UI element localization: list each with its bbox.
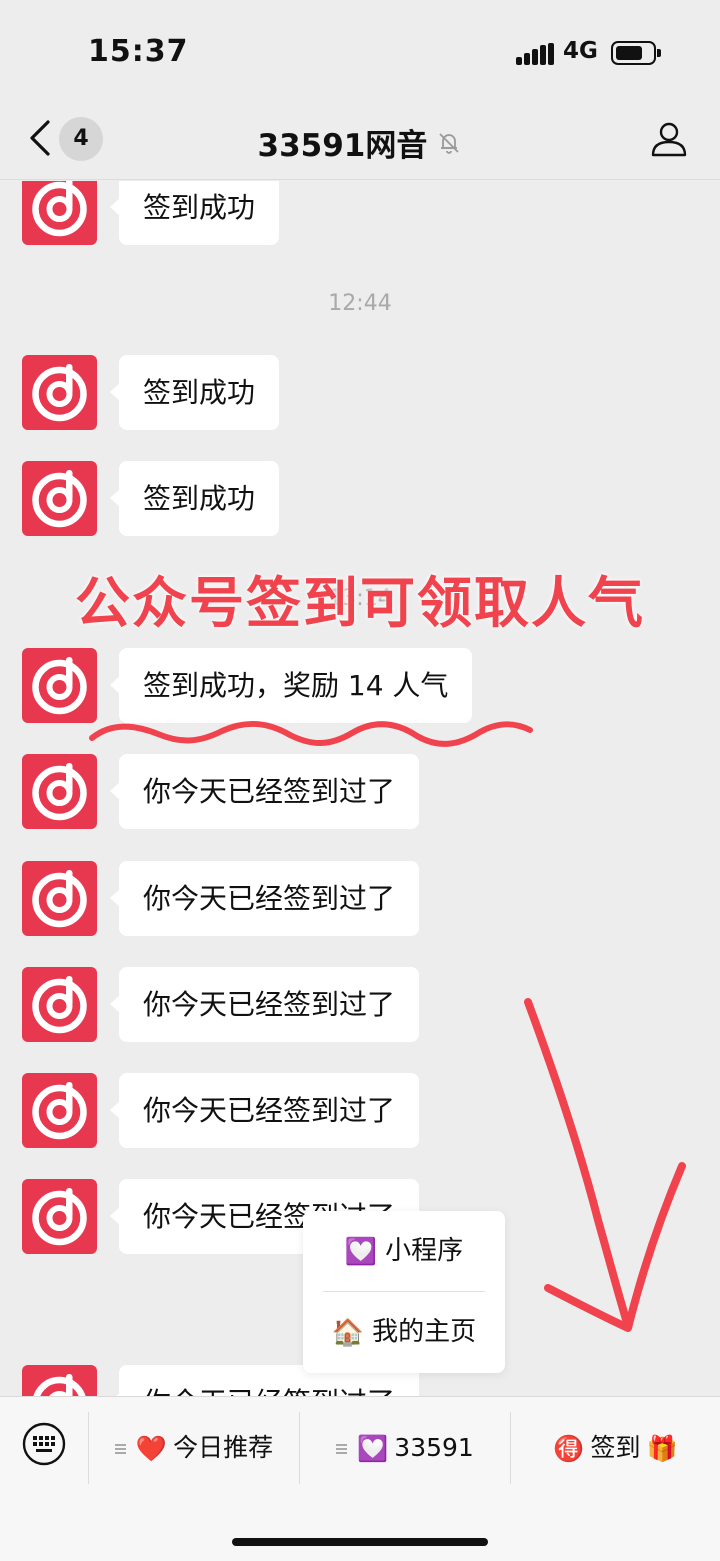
message-bubble[interactable]: 你今天已经签到过了 xyxy=(109,861,420,936)
account-avatar[interactable] xyxy=(22,1179,97,1254)
bargain-badge-icon: 🉐 xyxy=(553,1434,585,1463)
battery-icon xyxy=(611,41,661,65)
signal-icon xyxy=(516,43,556,65)
keyboard-icon xyxy=(22,1422,66,1466)
person-icon xyxy=(651,122,687,157)
menu-item-33591[interactable]: 💟 33591 xyxy=(300,1397,510,1499)
profile-button[interactable] xyxy=(650,120,688,158)
account-avatar[interactable] xyxy=(22,461,97,536)
message-bubble[interactable]: 签到成功 xyxy=(109,461,280,536)
network-label: 4G xyxy=(563,38,598,64)
message-row: 你今天已经签到过了 xyxy=(0,1073,720,1149)
message-row: 签到成功，奖励 14 人气 xyxy=(0,648,720,724)
submenu-item-label: 小程序 xyxy=(385,1236,464,1266)
status-bar: 15:37 4G xyxy=(0,0,720,100)
music-logo-icon xyxy=(22,648,97,723)
music-logo-icon xyxy=(22,1073,97,1148)
gift-icon: 🎁 xyxy=(646,1434,678,1463)
menu-item-checkin[interactable]: 🉐 签到 🎁 xyxy=(511,1397,720,1499)
message-bubble[interactable]: 签到成功 xyxy=(109,355,280,430)
message-bubble[interactable]: 你今天已经签到过了 xyxy=(109,1073,420,1148)
music-logo-icon xyxy=(22,461,97,536)
mute-bell-icon xyxy=(439,132,460,154)
annotation-caption: 公众号签到可领取人气 xyxy=(74,571,645,635)
music-logo-icon xyxy=(22,181,97,245)
submenu-item-mini-program[interactable]: 💟 小程序 xyxy=(303,1211,505,1291)
message-row: 签到成功 xyxy=(0,461,720,537)
home-indicator[interactable] xyxy=(232,1538,488,1546)
menu-item-label: 今日推荐 xyxy=(173,1433,274,1462)
music-logo-icon xyxy=(22,1179,97,1254)
heart-decoration-icon: 💟 xyxy=(344,1236,378,1267)
account-avatar[interactable] xyxy=(22,967,97,1042)
music-logo-icon xyxy=(22,967,97,1042)
message-row: 你今天已经签到过了 xyxy=(0,967,720,1043)
menu-item-today-recommend[interactable]: ❤️ 今日推荐 xyxy=(89,1397,299,1499)
message-row: 签到成功 xyxy=(0,181,720,246)
music-logo-icon xyxy=(22,861,97,936)
message-bubble[interactable]: 你今天已经签到过了 xyxy=(109,967,420,1042)
menu-item-label: 33591 xyxy=(394,1433,474,1462)
message-timestamp: 12:44 xyxy=(328,291,392,316)
account-avatar[interactable] xyxy=(22,1365,97,1396)
house-icon: 🏠 xyxy=(331,1317,365,1348)
message-bubble[interactable]: 签到成功，奖励 14 人气 xyxy=(109,648,473,723)
music-logo-icon xyxy=(22,1365,97,1396)
account-avatar[interactable] xyxy=(22,754,97,829)
menu-item-label: 签到 xyxy=(590,1433,641,1462)
music-logo-icon xyxy=(22,355,97,430)
submenu-item-label: 我的主页 xyxy=(372,1317,477,1347)
submenu-item-my-homepage[interactable]: 🏠 我的主页 xyxy=(303,1292,505,1372)
submenu-lines-icon xyxy=(114,1444,126,1454)
heart-icon: ❤️ xyxy=(135,1434,168,1463)
submenu-lines-icon xyxy=(336,1444,348,1454)
official-account-menu-bar: ❤️ 今日推荐 💟 33591 🉐 签到 🎁 xyxy=(0,1396,720,1561)
account-avatar[interactable] xyxy=(22,861,97,936)
music-logo-icon xyxy=(22,754,97,829)
account-avatar[interactable] xyxy=(22,648,97,723)
account-avatar[interactable] xyxy=(22,1073,97,1148)
message-row: 你今天已经签到过了 xyxy=(0,754,720,830)
chat-header: 4 33591网音 xyxy=(0,100,720,180)
submenu-popup: 💟 小程序 🏠 我的主页 xyxy=(303,1211,505,1373)
status-time: 15:37 xyxy=(88,34,189,69)
keyboard-toggle-button[interactable] xyxy=(22,1422,66,1466)
chat-title: 33591网音 xyxy=(257,128,428,164)
account-avatar[interactable] xyxy=(22,181,97,245)
message-bubble[interactable]: 签到成功 xyxy=(109,181,280,245)
heart-decoration-icon: 💟 xyxy=(357,1434,389,1463)
account-avatar[interactable] xyxy=(22,355,97,430)
message-row: 你今天已经签到过了 xyxy=(0,861,720,937)
message-row: 签到成功 xyxy=(0,355,720,431)
message-bubble[interactable]: 你今天已经签到过了 xyxy=(109,754,420,829)
